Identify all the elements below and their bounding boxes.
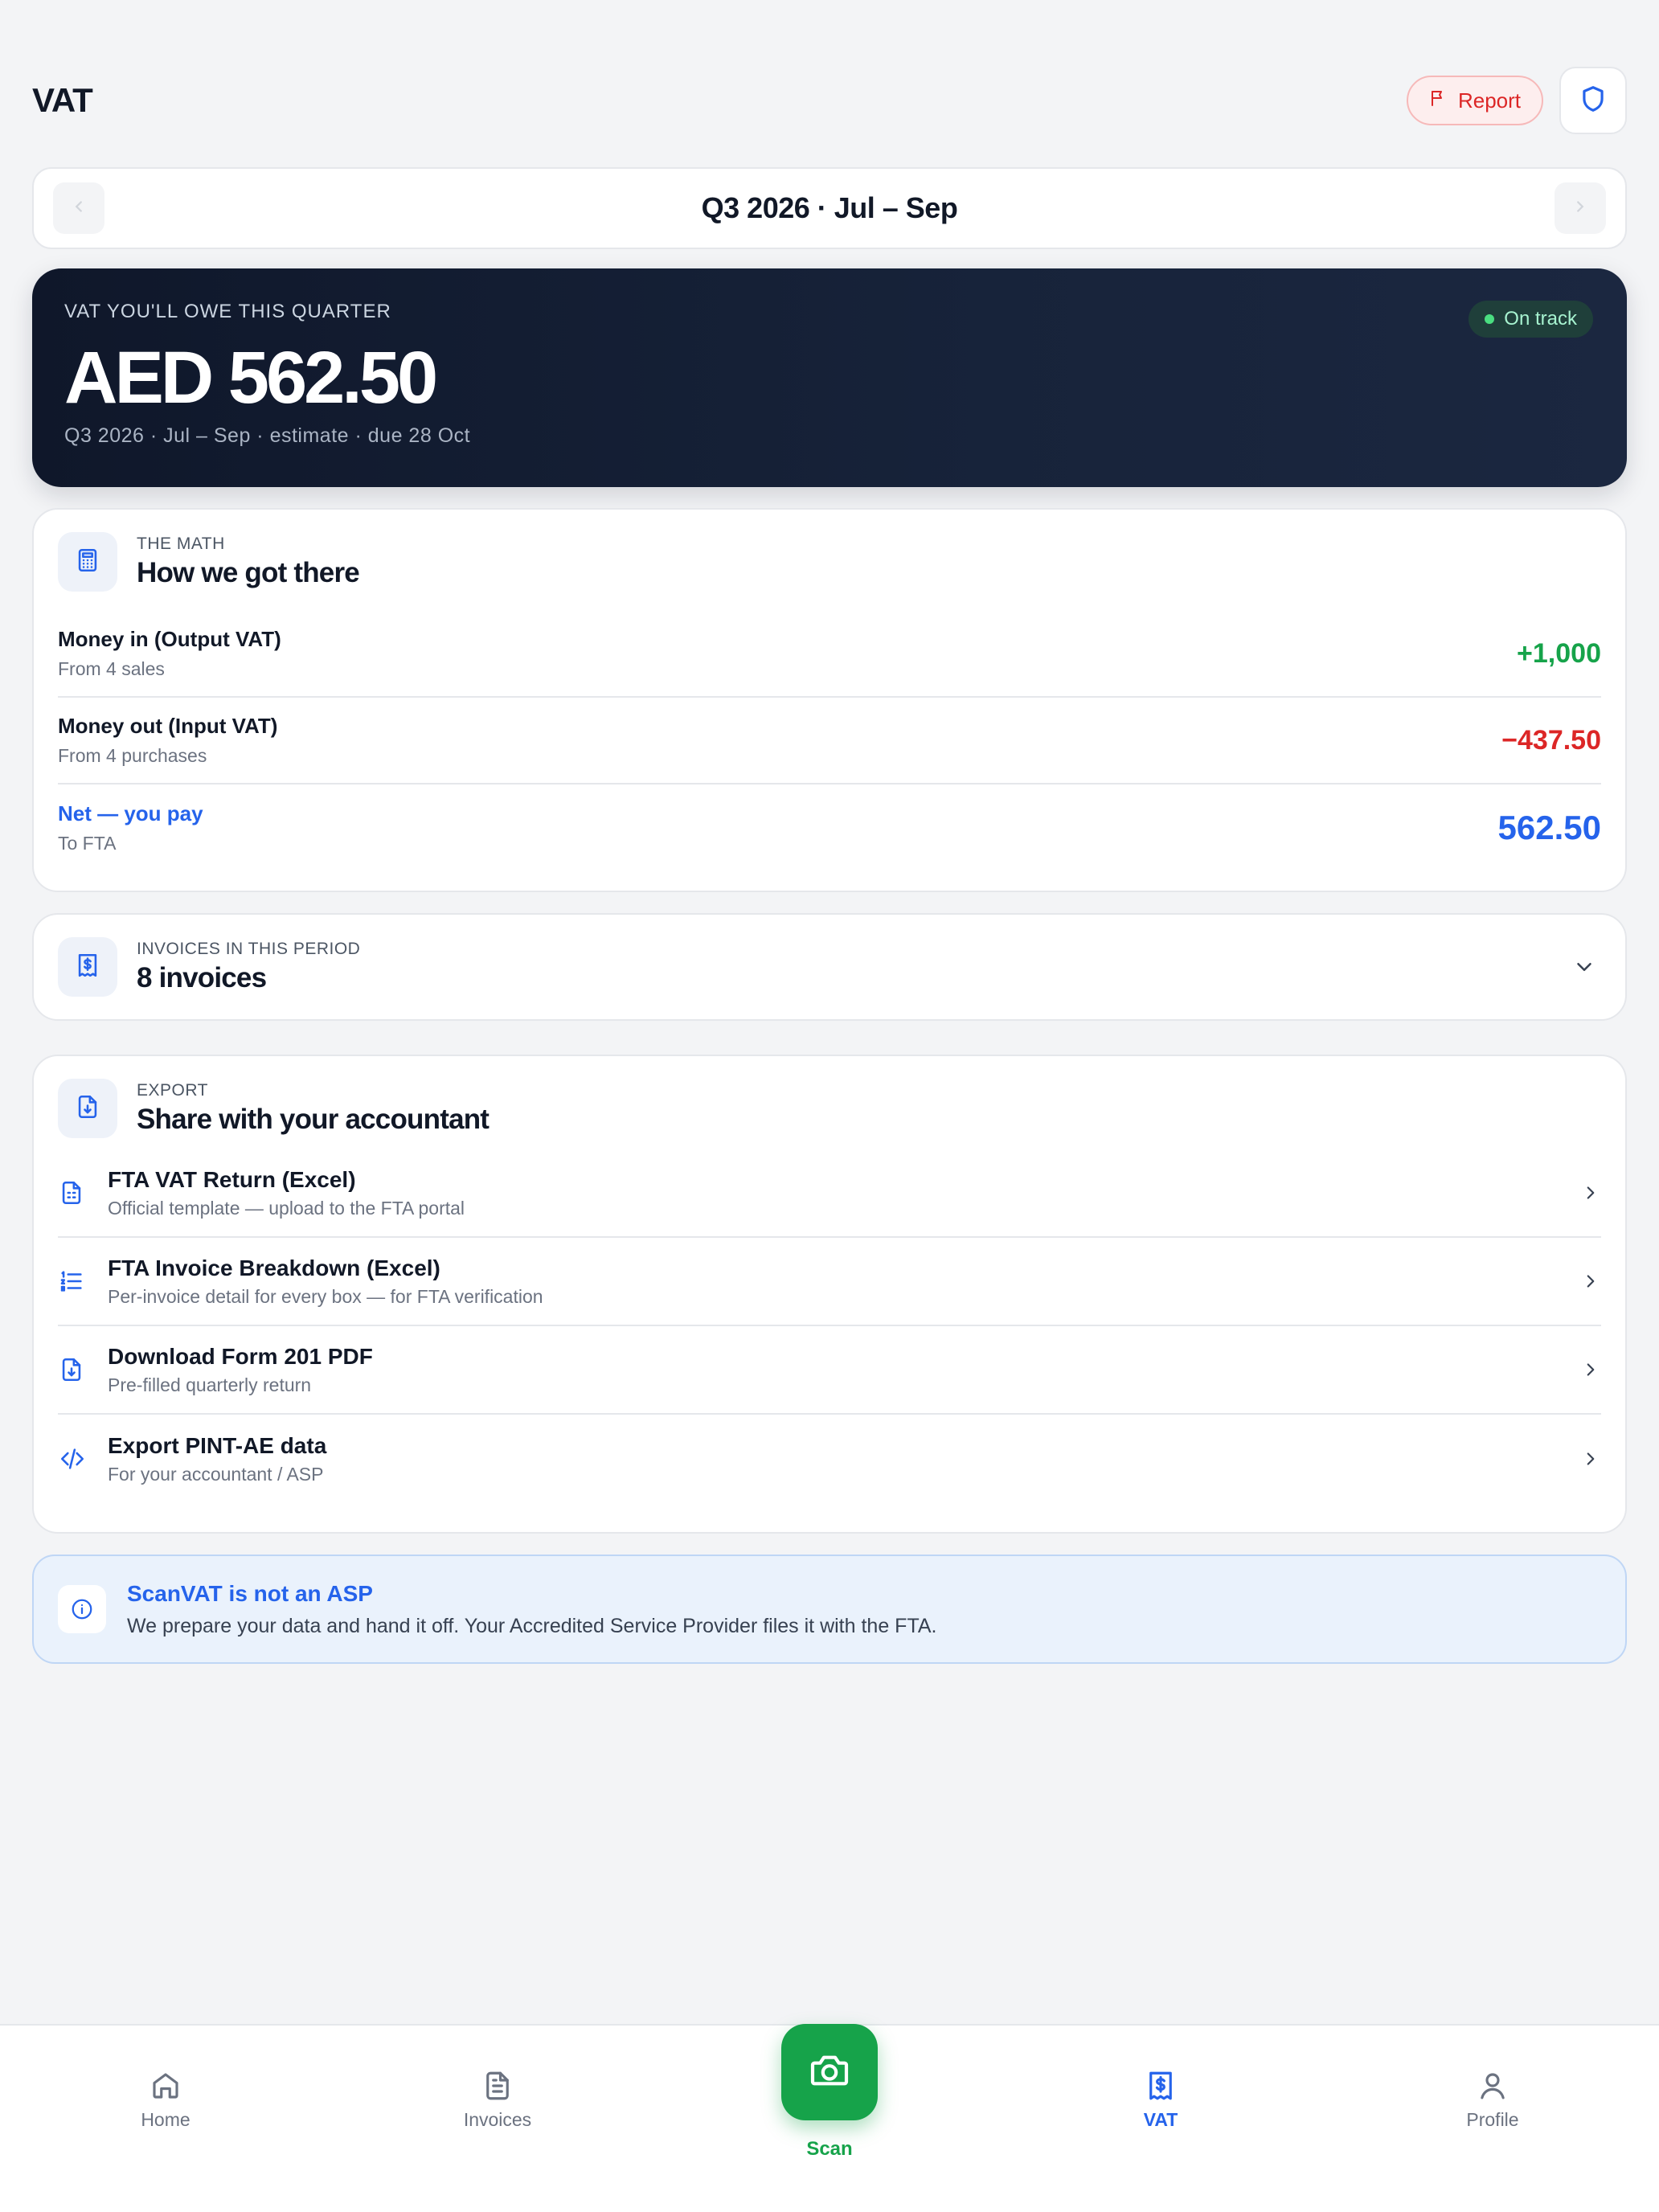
export-fta-invoice-breakdown[interactable]: FTA Invoice Breakdown (Excel) Per-invoic… <box>58 1238 1601 1326</box>
flag-icon <box>1429 88 1448 113</box>
nav-label: Invoices <box>463 2109 532 2130</box>
export-item-title: Download Form 201 PDF <box>108 1343 373 1369</box>
math-rows: Money in (Output VAT) From 4 sales +1,00… <box>34 611 1625 871</box>
calculator-icon-tile <box>58 532 117 592</box>
math-title: How we got there <box>137 557 360 588</box>
chevron-down-icon[interactable] <box>1572 955 1596 983</box>
vat-screen: VAT Report Q3 2026 · Jul – Sep VAT YOU'L… <box>0 0 1659 2212</box>
output-vat-value: +1,000 <box>1517 637 1601 669</box>
export-card-header: EXPORT Share with your accountant <box>34 1056 1625 1138</box>
status-label: On track <box>1504 308 1577 330</box>
nav-profile[interactable]: Profile <box>1404 2069 1581 2131</box>
page-title: VAT <box>32 81 93 119</box>
chevron-left-icon <box>70 198 88 219</box>
export-card: EXPORT Share with your accountant FTA VA… <box>32 1055 1627 1534</box>
report-label: Report <box>1457 88 1521 113</box>
export-fta-vat-return[interactable]: FTA VAT Return (Excel) Official template… <box>58 1149 1601 1238</box>
hero-eyebrow: VAT YOU'LL OWE THIS QUARTER <box>64 301 391 322</box>
quarter-selector: Q3 2026 · Jul – Sep <box>32 167 1627 249</box>
status-badge: On track <box>1469 301 1593 338</box>
export-item-sub: Official template — upload to the FTA po… <box>108 1197 465 1219</box>
document-icon <box>409 2069 586 2103</box>
file-download-icon <box>74 1093 101 1124</box>
output-vat-row: Money in (Output VAT) From 4 sales +1,00… <box>58 611 1601 698</box>
export-list: FTA VAT Return (Excel) Official template… <box>34 1149 1625 1503</box>
quarter-label: Q3 2026 · Jul – Sep <box>701 191 958 224</box>
home-icon <box>77 2069 254 2103</box>
info-banner: ScanVAT is not an ASP We prepare your da… <box>32 1555 1627 1664</box>
invoices-count: 8 invoices <box>137 962 267 993</box>
user-icon <box>1404 2069 1581 2103</box>
scan-button[interactable] <box>781 2024 878 2120</box>
info-icon <box>58 1585 106 1633</box>
page-header: VAT Report <box>32 63 1627 138</box>
chevron-right-icon <box>1577 1448 1601 1469</box>
export-item-title: Export PINT-AE data <box>108 1432 327 1458</box>
math-card: THE MATH How we got there Money in (Outp… <box>32 508 1627 892</box>
nav-label: Profile <box>1466 2109 1519 2130</box>
scan-label: Scan <box>806 2138 853 2160</box>
nav-label: VAT <box>1143 2109 1178 2130</box>
input-vat-row: Money out (Input VAT) From 4 purchases −… <box>58 698 1601 784</box>
invoices-card-header: INVOICES IN THIS PERIOD 8 invoices <box>34 915 1625 997</box>
download-icon-tile <box>58 1079 117 1138</box>
download-doc-icon <box>58 1356 90 1383</box>
camera-icon <box>807 2048 852 2097</box>
shield-icon <box>1578 84 1608 118</box>
row-sub: From 4 sales <box>58 658 165 679</box>
row-sub: To FTA <box>58 833 117 854</box>
net-vat-row: Net — you pay To FTA 562.50 <box>58 784 1601 871</box>
shield-button[interactable] <box>1559 67 1627 134</box>
export-item-sub: For your accountant / ASP <box>108 1463 324 1485</box>
row-label: Money in (Output VAT) <box>58 627 281 651</box>
prev-quarter-button[interactable] <box>53 182 104 234</box>
math-eyebrow: THE MATH <box>137 535 225 553</box>
export-item-sub: Per-invoice detail for every box — for F… <box>108 1285 543 1307</box>
calculator-icon <box>74 547 101 578</box>
vat-summary-hero: VAT YOU'LL OWE THIS QUARTER AED 562.50 Q… <box>32 268 1627 487</box>
nav-invoices[interactable]: Invoices <box>409 2069 586 2131</box>
hero-subtitle: Q3 2026 · Jul – Sep · estimate · due 28 … <box>64 424 471 447</box>
chevron-right-icon <box>1571 198 1589 219</box>
info-title: ScanVAT is not an ASP <box>127 1580 373 1606</box>
report-button[interactable]: Report <box>1406 76 1543 125</box>
export-pint-ae-data[interactable]: Export PINT-AE data For your accountant … <box>58 1415 1601 1503</box>
chevron-right-icon <box>1577 1182 1601 1203</box>
nav-label: Home <box>141 2109 190 2130</box>
export-item-title: FTA VAT Return (Excel) <box>108 1166 356 1192</box>
list-icon <box>58 1268 90 1295</box>
info-body: We prepare your data and hand it off. Yo… <box>127 1614 937 1637</box>
export-eyebrow: EXPORT <box>137 1081 208 1100</box>
status-dot <box>1485 314 1495 324</box>
receipt-dollar-icon <box>74 952 101 983</box>
receipt-dollar-icon <box>1072 2069 1249 2103</box>
net-vat-value: 562.50 <box>1497 809 1601 846</box>
invoices-card[interactable]: INVOICES IN THIS PERIOD 8 invoices <box>32 913 1627 1021</box>
nav-home[interactable]: Home <box>77 2069 254 2131</box>
input-vat-value: −437.50 <box>1501 724 1601 756</box>
export-form-201-pdf[interactable]: Download Form 201 PDF Pre-filled quarter… <box>58 1326 1601 1415</box>
chevron-right-icon <box>1577 1271 1601 1292</box>
next-quarter-button[interactable] <box>1554 182 1606 234</box>
math-card-header: THE MATH How we got there <box>34 510 1625 592</box>
spreadsheet-doc-icon <box>58 1179 90 1206</box>
nav-vat[interactable]: VAT <box>1072 2069 1249 2131</box>
export-item-sub: Pre-filled quarterly return <box>108 1374 312 1395</box>
export-title: Share with your accountant <box>137 1104 490 1135</box>
row-label: Net — you pay <box>58 801 203 825</box>
code-icon <box>58 1445 90 1473</box>
export-item-title: FTA Invoice Breakdown (Excel) <box>108 1255 440 1280</box>
header-actions: Report <box>1406 67 1627 134</box>
row-label: Money out (Input VAT) <box>58 714 278 738</box>
receipt-icon-tile <box>58 937 117 997</box>
vat-amount: AED 562.50 <box>64 337 438 419</box>
chevron-right-icon <box>1577 1359 1601 1380</box>
row-sub: From 4 purchases <box>58 745 207 766</box>
invoices-eyebrow: INVOICES IN THIS PERIOD <box>137 940 361 958</box>
